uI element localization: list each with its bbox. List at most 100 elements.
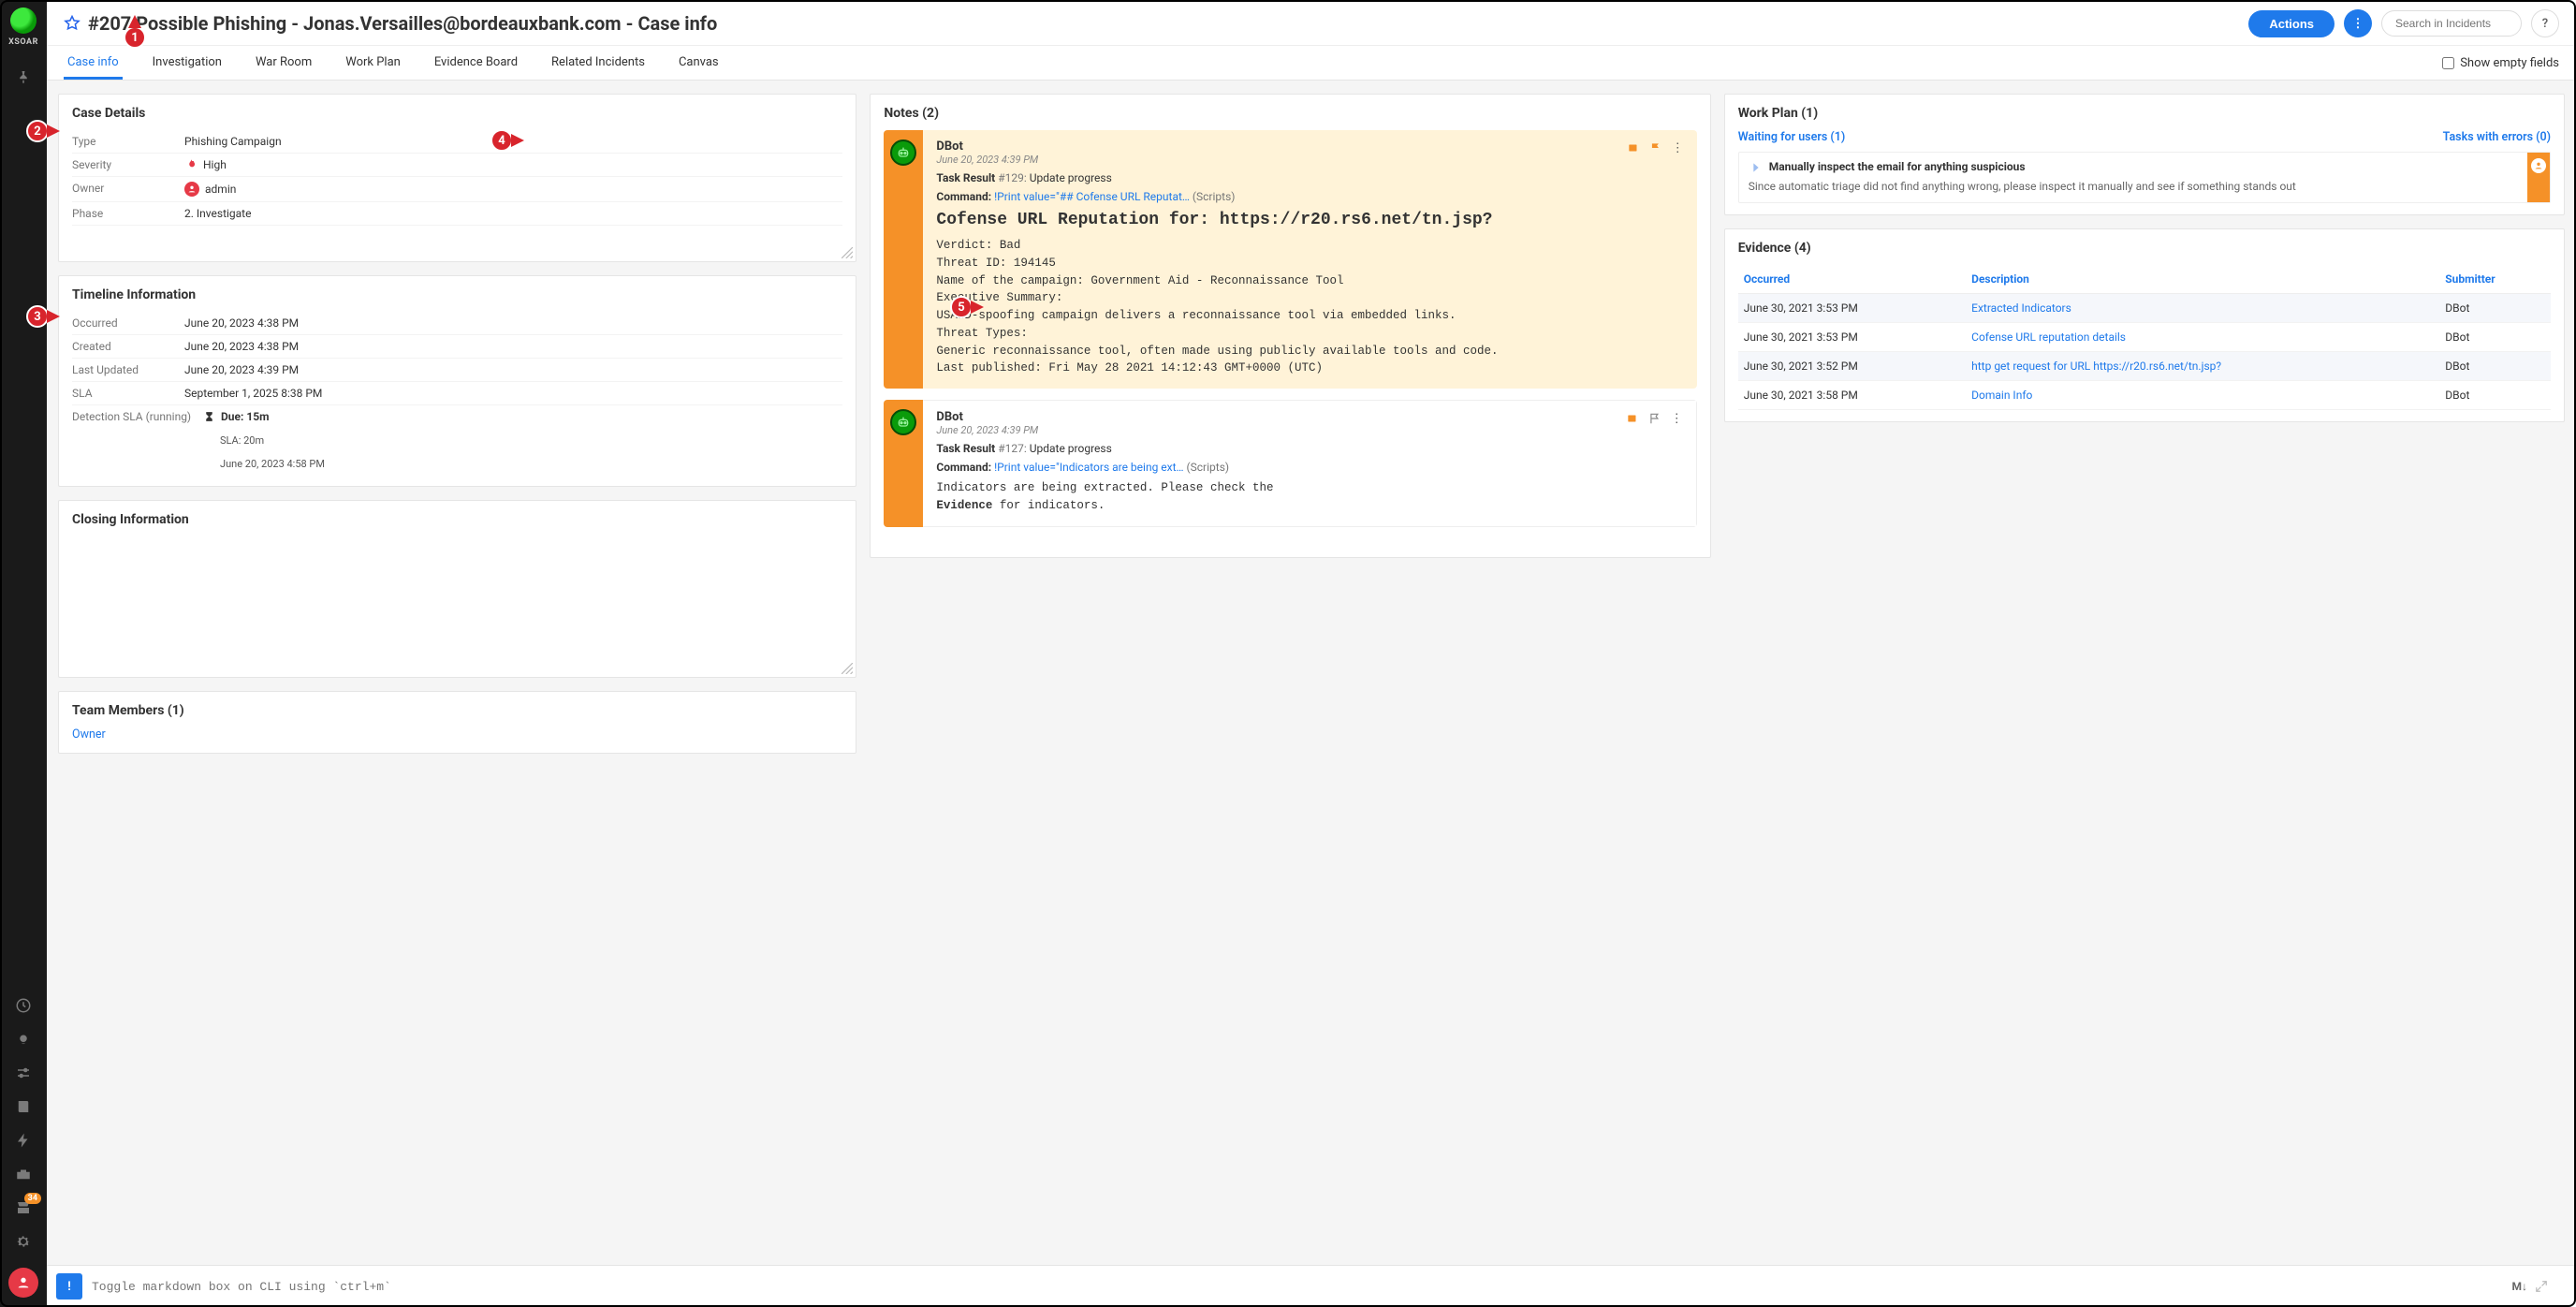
tab-war-room[interactable]: War Room bbox=[252, 46, 315, 80]
cli-markdown-toggle[interactable]: M↓ bbox=[2511, 1280, 2527, 1293]
case-details-panel: Case Details Type Phishing Campaign Seve… bbox=[58, 94, 856, 262]
note-mono-body: Indicators are being extracted. Please c… bbox=[936, 479, 1682, 515]
nav-bolt-icon[interactable] bbox=[0, 1123, 47, 1157]
tab-investigation[interactable]: Investigation bbox=[149, 46, 226, 80]
closing-info-title: Closing Information bbox=[72, 512, 842, 527]
tab-evidence-board[interactable]: Evidence Board bbox=[431, 46, 521, 80]
note-main-heading: Cofense URL Reputation for: https://r20.… bbox=[936, 211, 1683, 229]
nav-sliders-icon[interactable] bbox=[0, 1056, 47, 1090]
more-actions-button[interactable]: ⋮ bbox=[2344, 9, 2372, 37]
evidence-table: Occurred Description Submitter June 30, … bbox=[1738, 265, 2551, 410]
cli-input[interactable] bbox=[92, 1280, 2511, 1294]
show-empty-checkbox[interactable] bbox=[2442, 57, 2454, 69]
note-menu-icon[interactable]: ⋮ bbox=[1671, 412, 1683, 426]
note-author: DBot bbox=[936, 410, 1682, 424]
value-owner: admin bbox=[184, 182, 236, 197]
note-author: DBot bbox=[936, 140, 1683, 154]
brand-label: XSOAR bbox=[8, 37, 38, 47]
tab-related-incidents[interactable]: Related Incidents bbox=[548, 46, 649, 80]
tab-bar: Case info Investigation War Room Work Pl… bbox=[47, 46, 2576, 81]
label-owner: Owner bbox=[72, 182, 184, 197]
help-button[interactable]: ? bbox=[2531, 9, 2559, 37]
nav-history-icon[interactable] bbox=[0, 989, 47, 1022]
note-command-link[interactable]: !Print value="Indicators are being ext… bbox=[994, 461, 1183, 474]
cli-bar: ! M↓ bbox=[47, 1265, 2576, 1307]
note-card: ⋮ DBot June 20, 2023 4:39 PM Task Result… bbox=[884, 130, 1696, 389]
table-row[interactable]: June 30, 2021 3:52 PM http get request f… bbox=[1738, 351, 2551, 380]
note-command-link[interactable]: !Print value="## Cofense URL Reputat… bbox=[994, 190, 1190, 203]
team-members-panel: Team Members (1) Owner bbox=[58, 691, 856, 754]
current-user-avatar[interactable] bbox=[8, 1268, 38, 1298]
value-phase: 2. Investigate bbox=[184, 207, 251, 220]
severity-flame-icon bbox=[184, 158, 198, 171]
owner-avatar-icon bbox=[184, 182, 199, 197]
note-mono-body: Verdict: Bad Threat ID: 194145 Name of t… bbox=[936, 237, 1683, 377]
evidence-col-description[interactable]: Description bbox=[1966, 265, 2439, 294]
resize-handle-icon bbox=[842, 663, 853, 674]
nav-badge: 34 bbox=[24, 1193, 41, 1204]
evidence-col-occurred[interactable]: Occurred bbox=[1738, 265, 1966, 294]
timeline-panel: Timeline Information Occurred June 20, 2… bbox=[58, 275, 856, 487]
workplan-errors-link[interactable]: Tasks with errors (0) bbox=[2443, 130, 2551, 144]
note-tag-icon[interactable] bbox=[1627, 141, 1640, 155]
tab-case-info[interactable]: Case info bbox=[64, 46, 123, 80]
nav-pin-icon[interactable] bbox=[0, 60, 47, 94]
note-date: June 20, 2023 4:39 PM bbox=[936, 424, 1682, 436]
value-type: Phishing Campaign bbox=[184, 135, 282, 148]
notes-panel: Notes (2) bbox=[870, 94, 1710, 558]
evidence-desc-link[interactable]: Cofense URL reputation details bbox=[1971, 330, 2126, 344]
note-flag-icon[interactable] bbox=[1648, 412, 1661, 426]
dbot-avatar-icon bbox=[890, 140, 916, 166]
note-flag-icon[interactable] bbox=[1649, 141, 1662, 155]
case-details-title: Case Details bbox=[72, 106, 842, 121]
note-date: June 20, 2023 4:39 PM bbox=[936, 154, 1683, 166]
tab-canvas[interactable]: Canvas bbox=[675, 46, 723, 80]
show-empty-fields-toggle[interactable]: Show empty fields bbox=[2442, 56, 2559, 70]
value-severity: High bbox=[184, 158, 227, 171]
evidence-desc-link[interactable]: Extracted Indicators bbox=[1971, 301, 2071, 315]
nav-book-icon[interactable] bbox=[0, 1090, 47, 1123]
evidence-col-submitter[interactable]: Submitter bbox=[2439, 265, 2551, 294]
label-type: Type bbox=[72, 135, 184, 148]
label-severity: Severity bbox=[72, 158, 184, 171]
note-tag-icon[interactable] bbox=[1626, 412, 1639, 426]
brand-logo-icon bbox=[10, 7, 37, 34]
note-accent-bar bbox=[884, 400, 923, 527]
search-input[interactable] bbox=[2381, 10, 2522, 37]
table-row[interactable]: June 30, 2021 3:53 PM Extracted Indicato… bbox=[1738, 293, 2551, 322]
workplan-waiting-link[interactable]: Waiting for users (1) bbox=[1738, 130, 1846, 144]
workplan-task-card[interactable]: Manually inspect the email for anything … bbox=[1738, 152, 2551, 203]
notes-title: Notes (2) bbox=[884, 106, 1696, 121]
hourglass-icon bbox=[203, 411, 215, 423]
note-card: ⋮ DBot June 20, 2023 4:39 PM Task Result… bbox=[884, 400, 1696, 527]
cli-alert-icon[interactable]: ! bbox=[56, 1273, 82, 1300]
workplan-title: Work Plan (1) bbox=[1738, 106, 2551, 121]
assignee-pin-icon bbox=[2531, 158, 2546, 173]
evidence-panel: Evidence (4) Occurred Description Submit… bbox=[1724, 228, 2565, 422]
resize-handle-icon bbox=[842, 247, 853, 258]
nav-toolbox-icon[interactable] bbox=[0, 1157, 47, 1191]
timeline-title: Timeline Information bbox=[72, 287, 842, 302]
left-nav-rail: XSOAR 34 bbox=[0, 0, 47, 1307]
workplan-panel: Work Plan (1) Waiting for users (1) Task… bbox=[1724, 94, 2565, 215]
evidence-desc-link[interactable]: Domain Info bbox=[1971, 389, 2032, 402]
team-owner-link[interactable]: Owner bbox=[72, 727, 842, 742]
cli-expand-icon[interactable] bbox=[2535, 1280, 2548, 1293]
evidence-desc-link[interactable]: http get request for URL https://r20.rs6… bbox=[1971, 360, 2221, 373]
favorite-star-icon[interactable] bbox=[64, 15, 80, 32]
show-empty-label: Show empty fields bbox=[2460, 56, 2559, 70]
table-row[interactable]: June 30, 2021 3:58 PM Domain Info DBot bbox=[1738, 380, 2551, 409]
closing-info-panel: Closing Information bbox=[58, 500, 856, 678]
tab-work-plan[interactable]: Work Plan bbox=[342, 46, 404, 80]
evidence-title: Evidence (4) bbox=[1738, 241, 2551, 256]
note-menu-icon[interactable]: ⋮ bbox=[1672, 141, 1684, 155]
page-header: #207 Possible Phishing - Jonas.Versaille… bbox=[47, 0, 2576, 46]
label-phase: Phase bbox=[72, 207, 184, 220]
note-accent-bar bbox=[884, 130, 923, 389]
table-row[interactable]: June 30, 2021 3:53 PM Cofense URL reputa… bbox=[1738, 322, 2551, 351]
actions-button[interactable]: Actions bbox=[2248, 10, 2334, 37]
nav-settings-icon[interactable] bbox=[0, 1225, 47, 1258]
nav-marketplace-icon[interactable]: 34 bbox=[0, 1191, 47, 1225]
team-members-title: Team Members (1) bbox=[72, 703, 842, 718]
nav-threat-icon[interactable] bbox=[0, 1022, 47, 1056]
